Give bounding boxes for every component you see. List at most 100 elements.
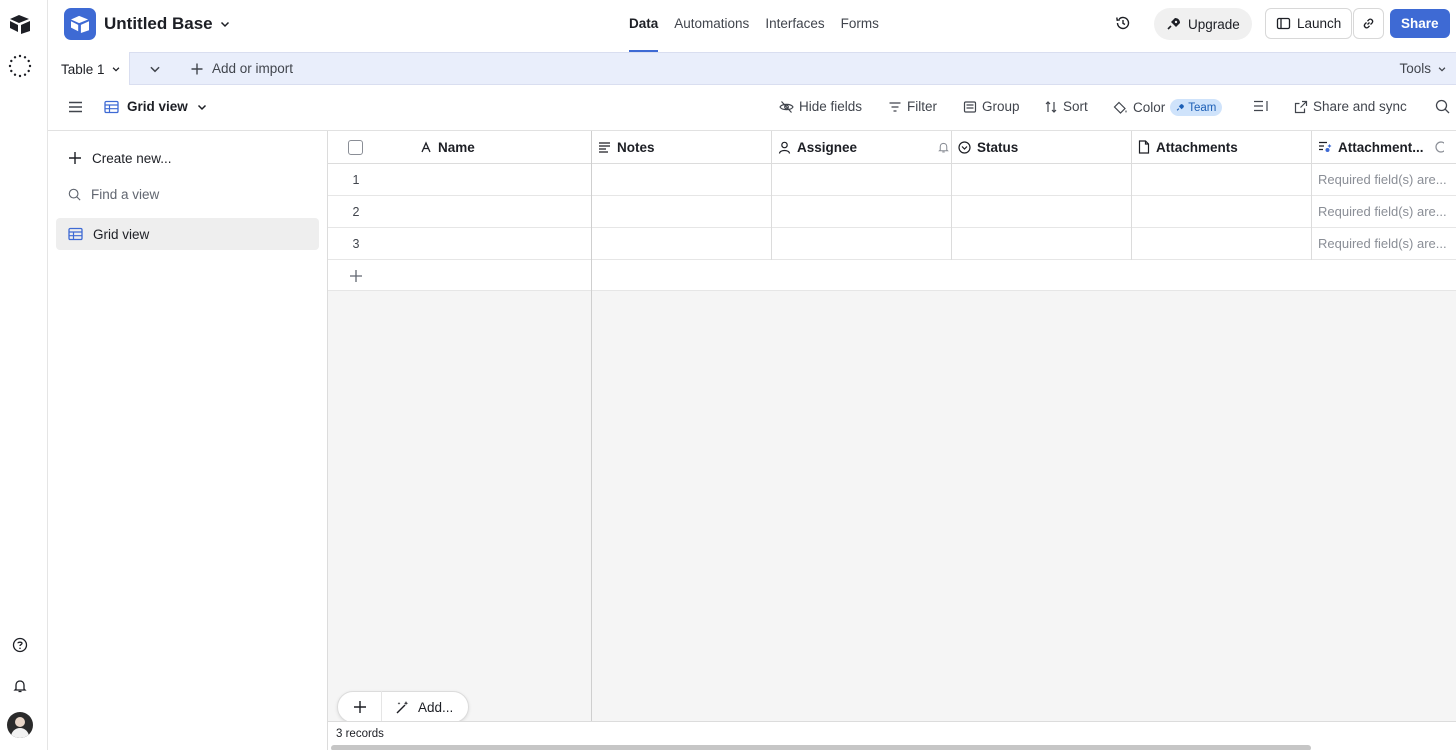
- find-view-placeholder: Find a view: [91, 186, 160, 202]
- share-and-sync-label: Share and sync: [1313, 99, 1407, 114]
- table-tab-table-1[interactable]: Table 1: [48, 52, 130, 86]
- help-icon[interactable]: [8, 633, 32, 657]
- app: Untitled Base Data Automations Interface…: [0, 0, 1456, 750]
- external-share-icon: [1294, 100, 1308, 114]
- record-count: 3 records: [336, 728, 384, 740]
- sort-icon: [1044, 100, 1058, 114]
- launch-icon: [1276, 16, 1291, 31]
- view-selector[interactable]: Grid view: [104, 99, 208, 114]
- share-and-sync-button[interactable]: Share and sync: [1294, 99, 1407, 114]
- add-label: Add...: [418, 699, 454, 715]
- base-title[interactable]: Untitled Base: [104, 14, 231, 34]
- workspace-loading-icon[interactable]: [8, 54, 32, 78]
- chevron-down-icon: [219, 18, 231, 30]
- toggle-sidebar-menu-icon[interactable]: [68, 100, 83, 114]
- text-icon: [420, 141, 432, 153]
- base-title-text: Untitled Base: [104, 14, 213, 33]
- plus-icon: [349, 269, 363, 283]
- column-header-label: Attachment...: [1338, 139, 1424, 155]
- column-divider: [951, 131, 952, 260]
- magic-wand-icon: [395, 700, 410, 715]
- column-divider: [771, 131, 772, 163]
- row-number: 2: [352, 204, 360, 219]
- tab-automations[interactable]: Automations: [674, 0, 749, 52]
- search-icon: [68, 188, 81, 201]
- hide-fields-button[interactable]: Hide fields: [779, 99, 862, 114]
- airtable-logo-icon[interactable]: [8, 12, 32, 36]
- chevron-down-icon: [196, 101, 208, 113]
- table-tab-label: Table 1: [61, 61, 105, 77]
- row-height-icon[interactable]: [1253, 99, 1269, 113]
- tools-label: Tools: [1399, 61, 1431, 76]
- history-icon[interactable]: [1114, 14, 1132, 32]
- table-row[interactable]: 1 Required field(s) are...: [328, 164, 1456, 196]
- team-badge-label: Team: [1188, 101, 1217, 114]
- plus-icon: [68, 151, 82, 165]
- launch-label: Launch: [1297, 16, 1342, 31]
- plus-icon: [190, 62, 204, 76]
- view-toolbar: Grid view Hide fields Filter Group Sort …: [48, 85, 1456, 131]
- upgrade-label: Upgrade: [1188, 16, 1240, 32]
- filter-button[interactable]: Filter: [888, 99, 937, 114]
- create-new-view-button[interactable]: Create new...: [56, 142, 319, 174]
- find-view-input[interactable]: Find a view: [56, 178, 319, 210]
- column-header-assignee[interactable]: Assignee: [778, 131, 950, 163]
- column-header-label: Status: [977, 139, 1019, 155]
- notification-bell-icon[interactable]: [937, 141, 950, 154]
- add-record-button[interactable]: [338, 691, 382, 723]
- tab-forms[interactable]: Forms: [841, 0, 879, 52]
- tab-interfaces[interactable]: Interfaces: [765, 0, 824, 52]
- search-icon[interactable]: [1435, 99, 1450, 114]
- table-tab-bar: Table 1 Add or import Tools: [48, 52, 1456, 86]
- share-button[interactable]: Share: [1390, 9, 1450, 38]
- column-header-notes[interactable]: Notes: [598, 131, 655, 163]
- add-with-ai-button[interactable]: Add...: [382, 700, 453, 715]
- table-row[interactable]: 3 Required field(s) are...: [328, 228, 1456, 260]
- views-sidebar: Create new... Find a view Grid view: [48, 131, 328, 750]
- paint-bucket-icon: [1113, 101, 1128, 115]
- hide-fields-label: Hide fields: [799, 99, 863, 114]
- launch-button[interactable]: Launch: [1265, 8, 1353, 39]
- attachment-summary-cell[interactable]: Required field(s) are...: [1318, 228, 1454, 259]
- column-header-attachment-summary[interactable]: Attachment...: [1318, 131, 1444, 163]
- all-tables-chevron-icon[interactable]: [148, 62, 162, 76]
- chevron-down-icon: [1437, 64, 1447, 74]
- add-or-import-button[interactable]: Add or import: [190, 61, 293, 76]
- column-header-attachments[interactable]: Attachments: [1138, 131, 1238, 163]
- column-divider: [771, 164, 772, 260]
- notifications-bell-icon[interactable]: [8, 674, 32, 698]
- color-button[interactable]: Color Team: [1113, 99, 1223, 116]
- nav-tabs: Data Automations Interfaces Forms: [629, 0, 879, 52]
- column-header-label: Attachments: [1156, 139, 1238, 155]
- group-button[interactable]: Group: [963, 99, 1020, 114]
- long-text-icon: [598, 141, 611, 153]
- user-avatar[interactable]: [7, 712, 33, 738]
- attachment-summary-cell[interactable]: Required field(s) are...: [1318, 196, 1454, 227]
- attachment-summary-cell[interactable]: Required field(s) are...: [1318, 164, 1454, 195]
- table-row[interactable]: 2 Required field(s) are...: [328, 196, 1456, 228]
- column-header-name[interactable]: Name: [420, 131, 475, 163]
- column-header-label: Name: [438, 139, 475, 155]
- column-header-status[interactable]: Status: [958, 131, 1018, 163]
- add-row-button[interactable]: [328, 260, 1456, 291]
- team-plan-badge: Team: [1170, 99, 1223, 116]
- select-all-checkbox[interactable]: [348, 140, 363, 155]
- sort-button[interactable]: Sort: [1044, 99, 1088, 114]
- info-icon[interactable]: [1430, 140, 1444, 154]
- tab-data[interactable]: Data: [629, 0, 659, 52]
- row-number: 3: [352, 236, 360, 251]
- grid-header: Name Notes Assignee Status Attachments A…: [328, 131, 1456, 164]
- copy-link-button[interactable]: [1353, 8, 1384, 39]
- grid-view-icon: [68, 227, 83, 241]
- sidebar-item-grid-view[interactable]: Grid view: [56, 218, 319, 250]
- base-icon[interactable]: [64, 8, 96, 40]
- column-divider: [1131, 131, 1132, 260]
- create-new-label: Create new...: [92, 150, 172, 166]
- frozen-column-divider: [591, 131, 592, 750]
- horizontal-scrollbar[interactable]: [331, 745, 1311, 750]
- filter-label: Filter: [907, 99, 937, 114]
- upgrade-button[interactable]: Upgrade: [1154, 8, 1252, 40]
- status-icon: [958, 140, 971, 154]
- tools-menu[interactable]: Tools: [1399, 61, 1447, 76]
- sort-label: Sort: [1063, 99, 1088, 114]
